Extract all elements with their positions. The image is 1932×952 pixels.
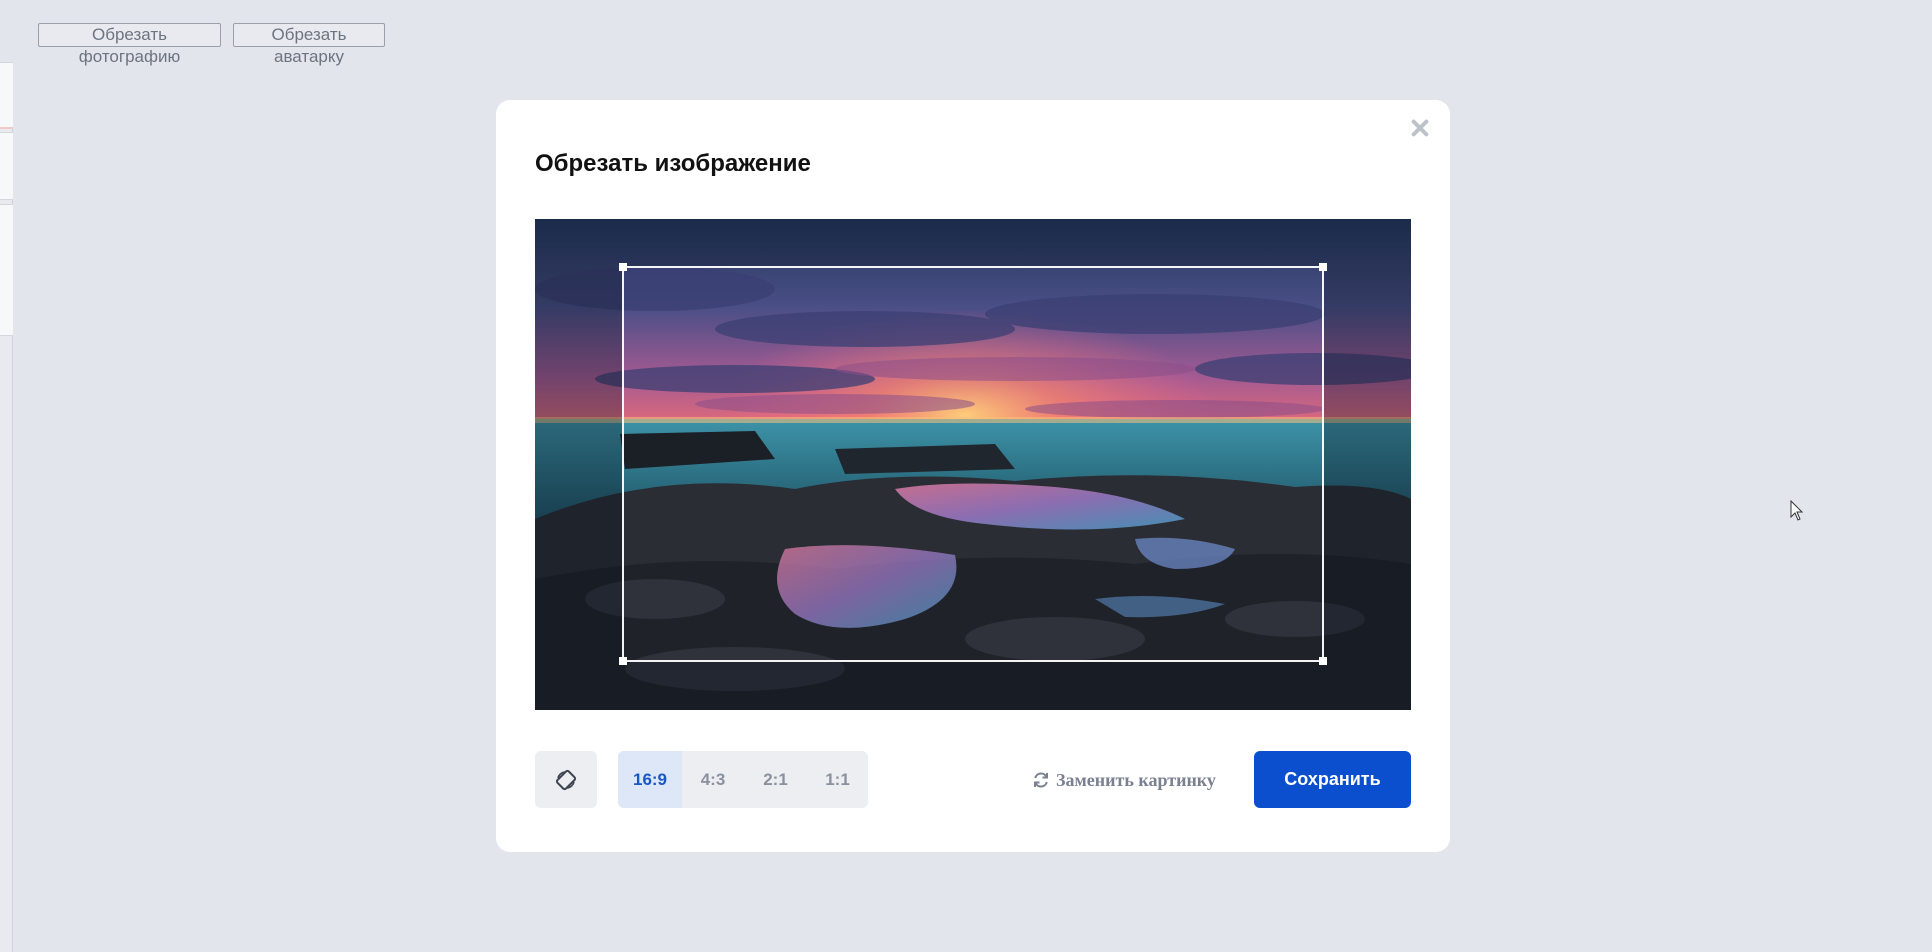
ratio-4-3[interactable]: 4:3: [682, 751, 744, 808]
image-preview[interactable]: [535, 219, 1411, 710]
mouse-cursor-icon: [1790, 500, 1804, 521]
replace-image-label: Заменить картинку: [1056, 769, 1216, 790]
background-panel: [0, 62, 13, 129]
crop-photo-button[interactable]: Обрезать фотографию: [38, 23, 221, 66]
crop-handle-top-right[interactable]: [1319, 263, 1327, 271]
save-button[interactable]: Сохранить: [1254, 751, 1411, 808]
modal-title: Обрезать изображение: [535, 150, 811, 177]
crop-mask: [535, 266, 622, 662]
crop-handle-top-left[interactable]: [619, 263, 627, 271]
ratio-16-9[interactable]: 16:9: [618, 751, 682, 808]
close-icon[interactable]: [1406, 114, 1434, 142]
background-page-sidebar: [0, 62, 13, 952]
rotate-icon: [555, 769, 577, 790]
crop-mask: [535, 219, 1411, 266]
refresh-icon: [1034, 772, 1048, 788]
aspect-ratio-selector: 16:9 4:3 2:1 1:1: [618, 751, 868, 808]
crop-avatar-button[interactable]: Обрезать аватарку: [233, 23, 385, 66]
background-panel: [0, 204, 13, 336]
replace-image-button[interactable]: Заменить картинку: [1032, 766, 1216, 794]
crop-mask: [535, 662, 1411, 710]
crop-image-modal: Обрезать изображение 16:9 4:3 2:1 1:1 За…: [496, 100, 1450, 852]
crop-handle-bottom-right[interactable]: [1319, 657, 1327, 665]
rotate-button[interactable]: [535, 751, 597, 808]
crop-handle-bottom-left[interactable]: [619, 657, 627, 665]
ratio-1-1[interactable]: 1:1: [807, 751, 868, 808]
crop-selection[interactable]: [619, 263, 1327, 665]
ratio-2-1[interactable]: 2:1: [744, 751, 807, 808]
background-panel: [0, 132, 13, 200]
crop-mask: [1324, 266, 1411, 662]
